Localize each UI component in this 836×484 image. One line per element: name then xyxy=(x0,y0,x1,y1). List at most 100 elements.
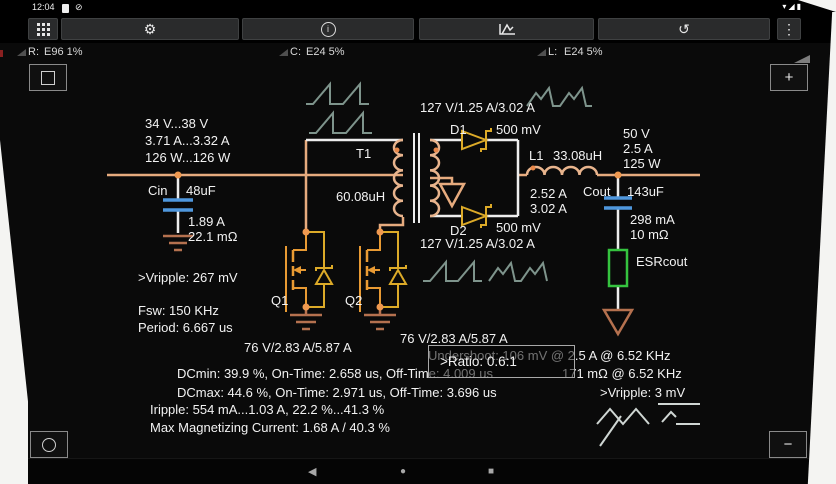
output-power: 125 W xyxy=(623,156,661,171)
app-screen: 12:04 ⊘ ▾◢▮ ⚙ i ↺ ⋮ R: E96 1% C: E24 5% … xyxy=(0,0,836,484)
ground-icon xyxy=(290,307,322,331)
resistor-series-label[interactable]: R: xyxy=(28,46,39,58)
cin-value[interactable]: 48uF xyxy=(186,183,216,199)
probe-tool-button[interactable] xyxy=(30,431,68,458)
q2-label[interactable]: Q2 xyxy=(345,293,362,309)
output-voltage: 50 V xyxy=(623,126,650,141)
capacitor-series-value[interactable]: E24 5% xyxy=(306,46,345,58)
clock: 12:04 xyxy=(32,2,55,12)
resistor-series-value[interactable]: E96 1% xyxy=(44,46,83,58)
input-voltage: 34 V...38 V xyxy=(145,116,209,131)
components-grid-button[interactable] xyxy=(28,18,58,40)
fsw-param[interactable]: Fsw: 150 KHz xyxy=(138,303,219,319)
ratio-value: >Ratio: 0.6:1 xyxy=(440,354,517,369)
recents-icon[interactable]: ■ xyxy=(488,465,494,479)
zoom-in-button[interactable]: + xyxy=(770,64,808,91)
secondary-current-waveform-icon xyxy=(526,85,592,107)
switch-stress-q1: 76 V/2.83 A/5.87 A xyxy=(244,340,352,355)
ratio-param-box[interactable]: >Ratio: 0.6:1 xyxy=(428,345,575,378)
mosfet-q1[interactable] xyxy=(285,231,334,331)
output-spec[interactable]: 50 V 2.5 A 125 W xyxy=(623,126,661,171)
vripple-out-param[interactable]: >Vripple: 3 mV xyxy=(600,385,685,401)
t1-inductance[interactable]: 60.08uH xyxy=(336,189,385,205)
vripple-in-param[interactable]: >Vripple: 267 mV xyxy=(138,270,238,286)
primary-current-waveform-icon xyxy=(309,110,372,134)
back-icon[interactable]: ◀ xyxy=(308,465,316,479)
data-saver-icon: ⊘ xyxy=(75,2,83,12)
primary-current-waveform-icon xyxy=(306,81,369,105)
status-bar: 12:04 ⊘ ▾◢▮ xyxy=(0,0,836,16)
reset-button[interactable]: ↺ xyxy=(598,18,770,40)
period-value: Period: 6.667 us xyxy=(138,320,233,335)
output-current: 2.5 A xyxy=(623,141,653,156)
overflow-menu-button[interactable]: ⋮ xyxy=(777,18,801,40)
status-icons: ▾◢▮ xyxy=(782,2,803,11)
cin-ripple: 1.89 A xyxy=(188,214,225,229)
diode-current-waveform-icon xyxy=(488,260,548,282)
toolbar: ⚙ i ↺ ⋮ xyxy=(0,16,836,43)
input-spec[interactable]: 34 V...38 V 3.71 A...3.32 A 126 W...126 … xyxy=(145,115,230,166)
inductor-series-label[interactable]: L: xyxy=(548,46,557,58)
d1-label[interactable]: D1 xyxy=(450,122,467,138)
iripple-stats: Iripple: 554 mA...1.03 A, 22.2 %...41.3 … xyxy=(150,402,385,417)
info-icon: i xyxy=(320,21,336,37)
cout-ripple: 298 mA xyxy=(630,212,675,227)
inductor-series-value[interactable]: E24 5% xyxy=(564,46,603,58)
q1-label[interactable]: Q1 xyxy=(271,293,288,309)
undo-icon: ↺ xyxy=(678,21,690,37)
transformer-t1[interactable] xyxy=(392,133,467,223)
cout-label[interactable]: Cout xyxy=(583,184,610,200)
cout-value[interactable]: 143uF xyxy=(627,184,664,200)
circle-tool-icon xyxy=(42,437,56,452)
resistor-esrcout[interactable] xyxy=(601,248,635,337)
corner-mark-icon xyxy=(537,49,546,56)
cin-label[interactable]: Cin xyxy=(148,183,168,199)
sdcard-icon xyxy=(62,4,69,13)
input-power: 126 W...126 W xyxy=(145,150,231,165)
zoom-out-button[interactable]: − xyxy=(769,431,807,458)
body-diode-icon xyxy=(306,231,334,308)
l1-label[interactable]: L1 xyxy=(529,148,543,164)
schematic-canvas[interactable]: + − 34 V...38 V 3.71 A...3.32 A 126 W...… xyxy=(0,62,836,484)
settings-button[interactable]: ⚙ xyxy=(61,18,239,40)
input-current: 3.71 A...3.32 A xyxy=(145,133,230,148)
series-selector-row: R: E96 1% C: E24 5% L: E24 5% xyxy=(0,43,836,62)
plus-icon: + xyxy=(784,69,794,86)
esrcout-label[interactable]: ESRcout xyxy=(636,254,687,270)
cin-esr: 22.1 mΩ xyxy=(188,229,238,244)
home-icon[interactable]: ● xyxy=(400,465,406,479)
d1-rating: 127 V/1.25 A/3.02 A xyxy=(420,100,535,115)
ground-arrow-icon xyxy=(601,308,635,337)
select-tool-button[interactable] xyxy=(29,64,67,91)
gear-icon: ⚙ xyxy=(143,21,157,37)
graph-button[interactable] xyxy=(419,18,594,40)
diode-current-waveform-icon xyxy=(423,259,482,282)
mosfet-q2[interactable] xyxy=(359,231,408,331)
kebab-menu-icon: ⋮ xyxy=(782,21,796,37)
l1-value[interactable]: 33.08uH xyxy=(553,148,602,164)
esr-limit-value: 171 mΩ @ 6.52 KHz xyxy=(562,366,682,381)
edge-marker xyxy=(0,50,3,57)
l1-imax: 3.02 A xyxy=(530,201,567,216)
ground-icon xyxy=(364,307,396,331)
d2-vf: 500 mV xyxy=(496,220,541,235)
output-ripple-waveform-icon xyxy=(596,407,650,426)
t1-label[interactable]: T1 xyxy=(356,146,371,162)
dcmax-stats: DCmax: 44.6 %, On-Time: 2.971 us, Off-Ti… xyxy=(177,385,497,400)
capacitor-series-label[interactable]: C: xyxy=(290,46,301,58)
body-diode-icon xyxy=(380,231,408,308)
corner-mark-icon xyxy=(279,49,288,56)
inductor-l1[interactable] xyxy=(525,165,599,176)
max-magnetizing-stats: Max Magnetizing Current: 1.68 A / 40.3 % xyxy=(150,420,390,435)
minus-icon: − xyxy=(783,436,793,453)
d2-rating: 127 V/1.25 A/3.02 A xyxy=(420,236,535,251)
grid-icon xyxy=(36,22,50,36)
center-tap-ground-icon xyxy=(437,182,467,209)
cout-esr: 10 mΩ xyxy=(630,227,669,242)
signal-wires xyxy=(176,138,620,310)
graph-icon xyxy=(498,23,515,35)
d1-vf: 500 mV xyxy=(496,122,541,137)
corner-mark-icon xyxy=(17,49,26,56)
android-nav-bar: ◀ ● ■ xyxy=(0,458,836,484)
info-button[interactable]: i xyxy=(242,18,414,40)
